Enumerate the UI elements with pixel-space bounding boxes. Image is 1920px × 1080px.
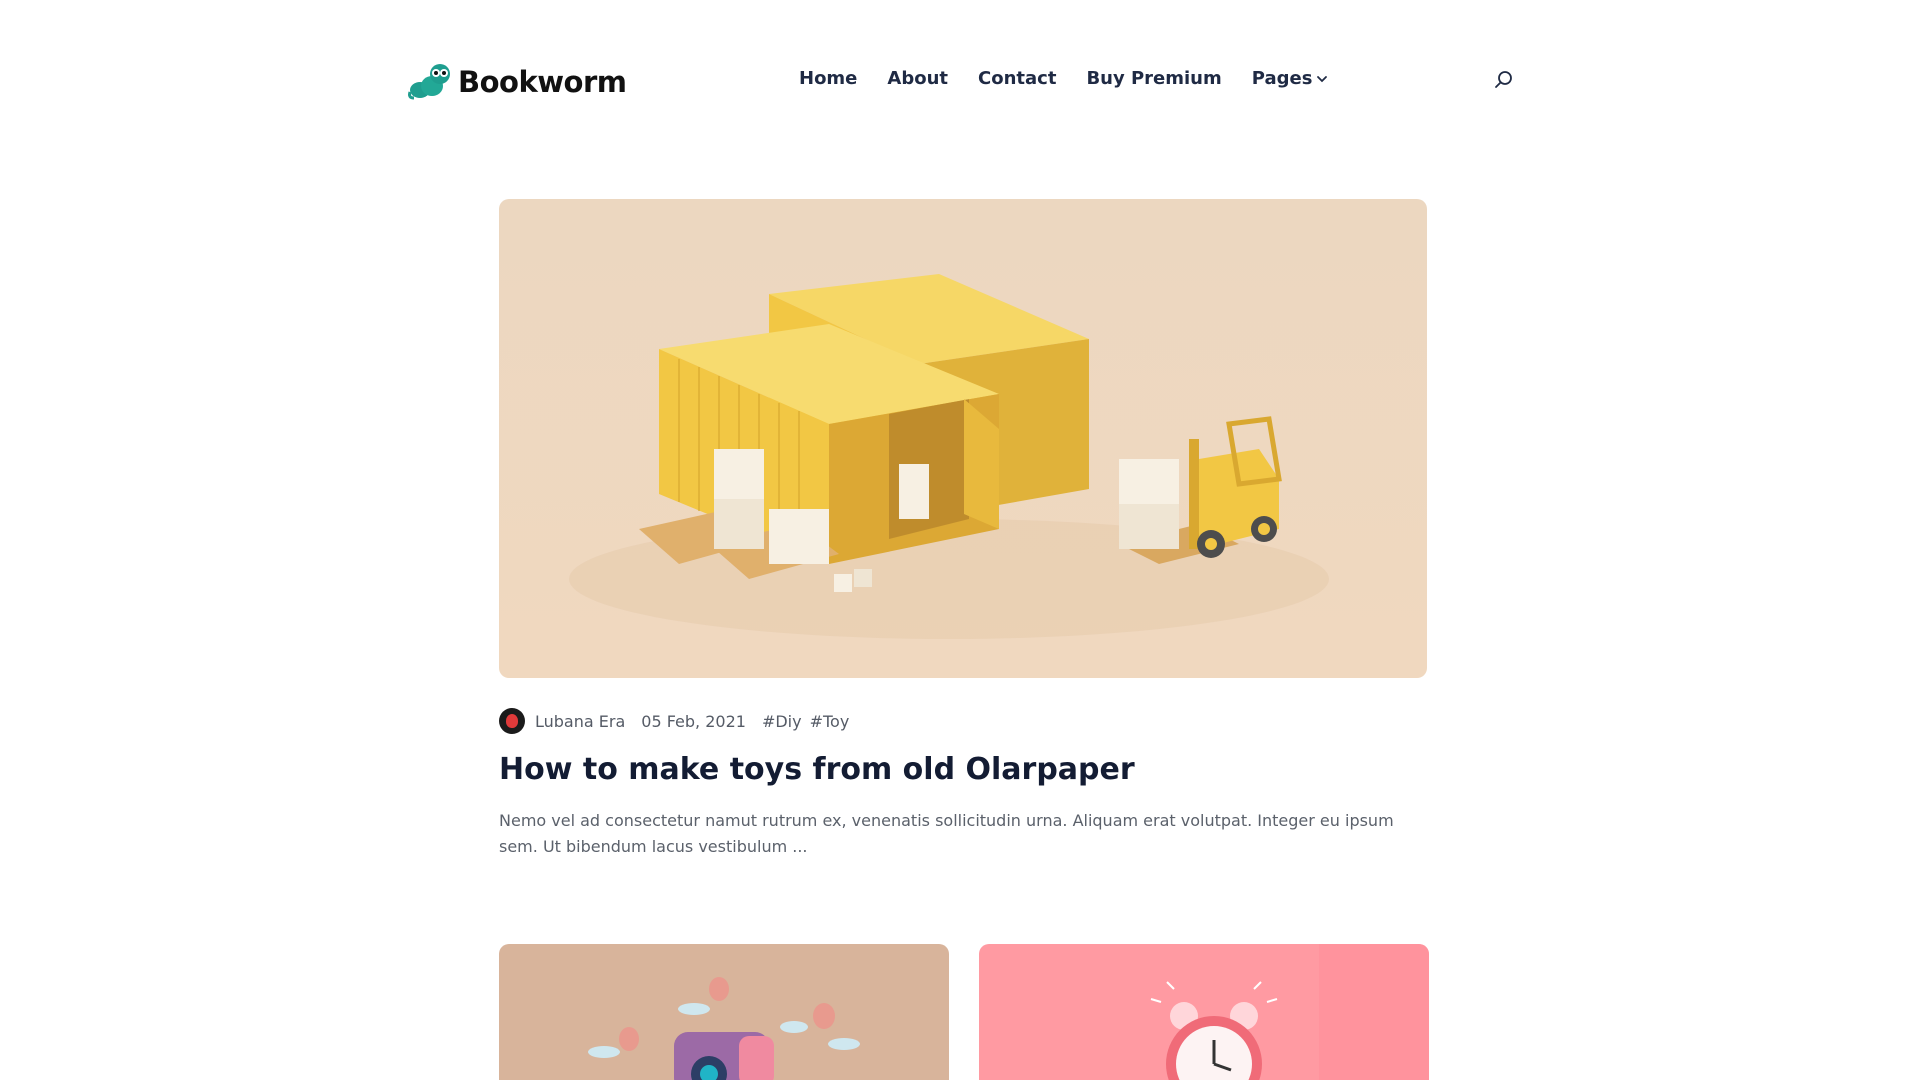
nav-contact-label: Contact [978, 68, 1057, 89]
post-card-image[interactable] [979, 944, 1429, 1080]
nav-pages-dropdown[interactable]: Pages [1252, 68, 1329, 89]
site-header: Bookworm Home About Contact Buy Premium … [406, 56, 1516, 104]
nav-contact[interactable]: Contact [978, 68, 1056, 89]
camera-balloons-illustration [499, 944, 949, 1080]
post-card-image[interactable] [499, 944, 949, 1080]
nav-home-label: Home [799, 68, 858, 89]
author-avatar[interactable] [499, 708, 525, 734]
avatar-figure [506, 714, 518, 728]
main-nav: Home About Contact Buy Premium Pages [799, 68, 1328, 89]
nav-buy-premium-label: Buy Premium [1086, 68, 1222, 89]
search-icon[interactable] [1492, 68, 1516, 92]
featured-post-image[interactable] [499, 199, 1427, 678]
nav-about-label: About [887, 68, 949, 89]
nav-buy-premium[interactable]: Buy Premium [1086, 68, 1221, 89]
post-excerpt: Nemo vel ad consectetur namut rutrum ex,… [499, 811, 1394, 856]
bookworm-logo-icon [408, 64, 450, 100]
nav-about[interactable]: About [887, 68, 948, 89]
post-date: 05 Feb, 2021 [641, 711, 746, 731]
post-title[interactable]: How to make toys from old Olarpaper [499, 752, 1135, 787]
post-author[interactable]: Lubana Era [535, 712, 625, 731]
post-tag-diy[interactable]: #Diy [762, 712, 802, 731]
brand-logo[interactable]: Bookworm [406, 62, 627, 102]
nav-pages-label: Pages [1251, 68, 1313, 89]
brand-name: Bookworm [458, 65, 627, 99]
post-tag-toy[interactable]: #Toy [810, 712, 850, 731]
post-meta: Lubana Era 05 Feb, 2021 #Diy #Toy [499, 708, 857, 734]
chevron-down-icon [1317, 75, 1328, 82]
shipping-containers-illustration [499, 199, 1427, 678]
nav-home[interactable]: Home [799, 68, 857, 89]
alarm-clock-illustration [979, 944, 1429, 1080]
